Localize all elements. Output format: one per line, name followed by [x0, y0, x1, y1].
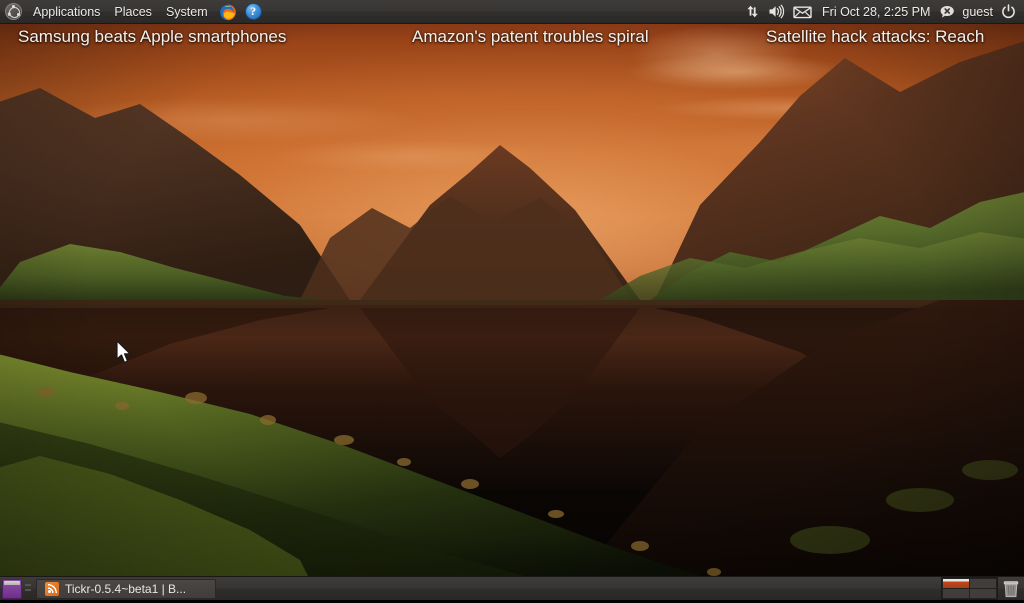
- mail-indicator[interactable]: [789, 1, 816, 23]
- chat-bubble-offline-icon: [940, 5, 955, 19]
- workspace-switcher[interactable]: [941, 577, 998, 600]
- clock-applet[interactable]: Fri Oct 28, 2:25 PM: [816, 5, 936, 19]
- firefox-icon: [219, 3, 237, 21]
- workspace-2[interactable]: [970, 579, 996, 588]
- panel-grip-handle[interactable]: [25, 581, 31, 597]
- taskbar-item-label: Tickr-0.5.4~beta1 | B...: [65, 582, 186, 596]
- power-button-icon: [1001, 4, 1016, 19]
- chat-indicator[interactable]: [936, 1, 959, 23]
- top-panel-tray: Fri Oct 28, 2:25 PM guest: [741, 0, 1024, 23]
- power-menu[interactable]: [997, 1, 1020, 23]
- envelope-mail-icon: [793, 5, 812, 19]
- tickr-headline-ticker[interactable]: Samsung beats Apple smartphones Amazon's…: [0, 24, 1024, 50]
- firefox-launcher[interactable]: [215, 1, 241, 23]
- bottom-panel-right-group: [941, 577, 1024, 600]
- system-menu[interactable]: System: [159, 1, 215, 23]
- bottom-panel: Tickr-0.5.4~beta1 | B...: [0, 576, 1024, 600]
- top-panel-left-group: Applications Places System ?: [0, 0, 266, 23]
- ubuntu-logo-dot: [8, 13, 11, 16]
- ubuntu-logo-icon[interactable]: [5, 3, 22, 20]
- help-icon: ?: [245, 3, 262, 20]
- rss-feed-icon: [45, 582, 59, 596]
- top-panel: Applications Places System ?: [0, 0, 1024, 24]
- show-desktop-button[interactable]: [2, 579, 22, 599]
- trash-applet[interactable]: [1002, 579, 1020, 598]
- network-up-down-arrows-icon: [745, 4, 760, 19]
- wallpaper-vignette: [0, 0, 1024, 600]
- trash-can-icon: [1002, 579, 1020, 598]
- ubuntu-logo-dot: [17, 13, 20, 16]
- network-indicator[interactable]: [741, 1, 764, 23]
- taskbar-item-tickr[interactable]: Tickr-0.5.4~beta1 | B...: [36, 579, 216, 599]
- workspace-1[interactable]: [943, 579, 969, 588]
- desktop-background[interactable]: [0, 0, 1024, 600]
- workspace-4[interactable]: [970, 589, 996, 598]
- volume-indicator[interactable]: [764, 1, 789, 23]
- user-menu-label[interactable]: guest: [959, 5, 997, 19]
- help-launcher[interactable]: ?: [241, 1, 266, 23]
- tickr-headline[interactable]: Amazon's patent troubles spiral: [412, 24, 649, 50]
- tickr-headline[interactable]: Satellite hack attacks: Reach: [766, 24, 984, 50]
- places-menu[interactable]: Places: [107, 1, 159, 23]
- applications-menu[interactable]: Applications: [26, 1, 107, 23]
- tickr-headline[interactable]: Samsung beats Apple smartphones: [18, 24, 286, 50]
- speaker-volume-icon: [768, 4, 785, 19]
- workspace-3[interactable]: [943, 589, 969, 598]
